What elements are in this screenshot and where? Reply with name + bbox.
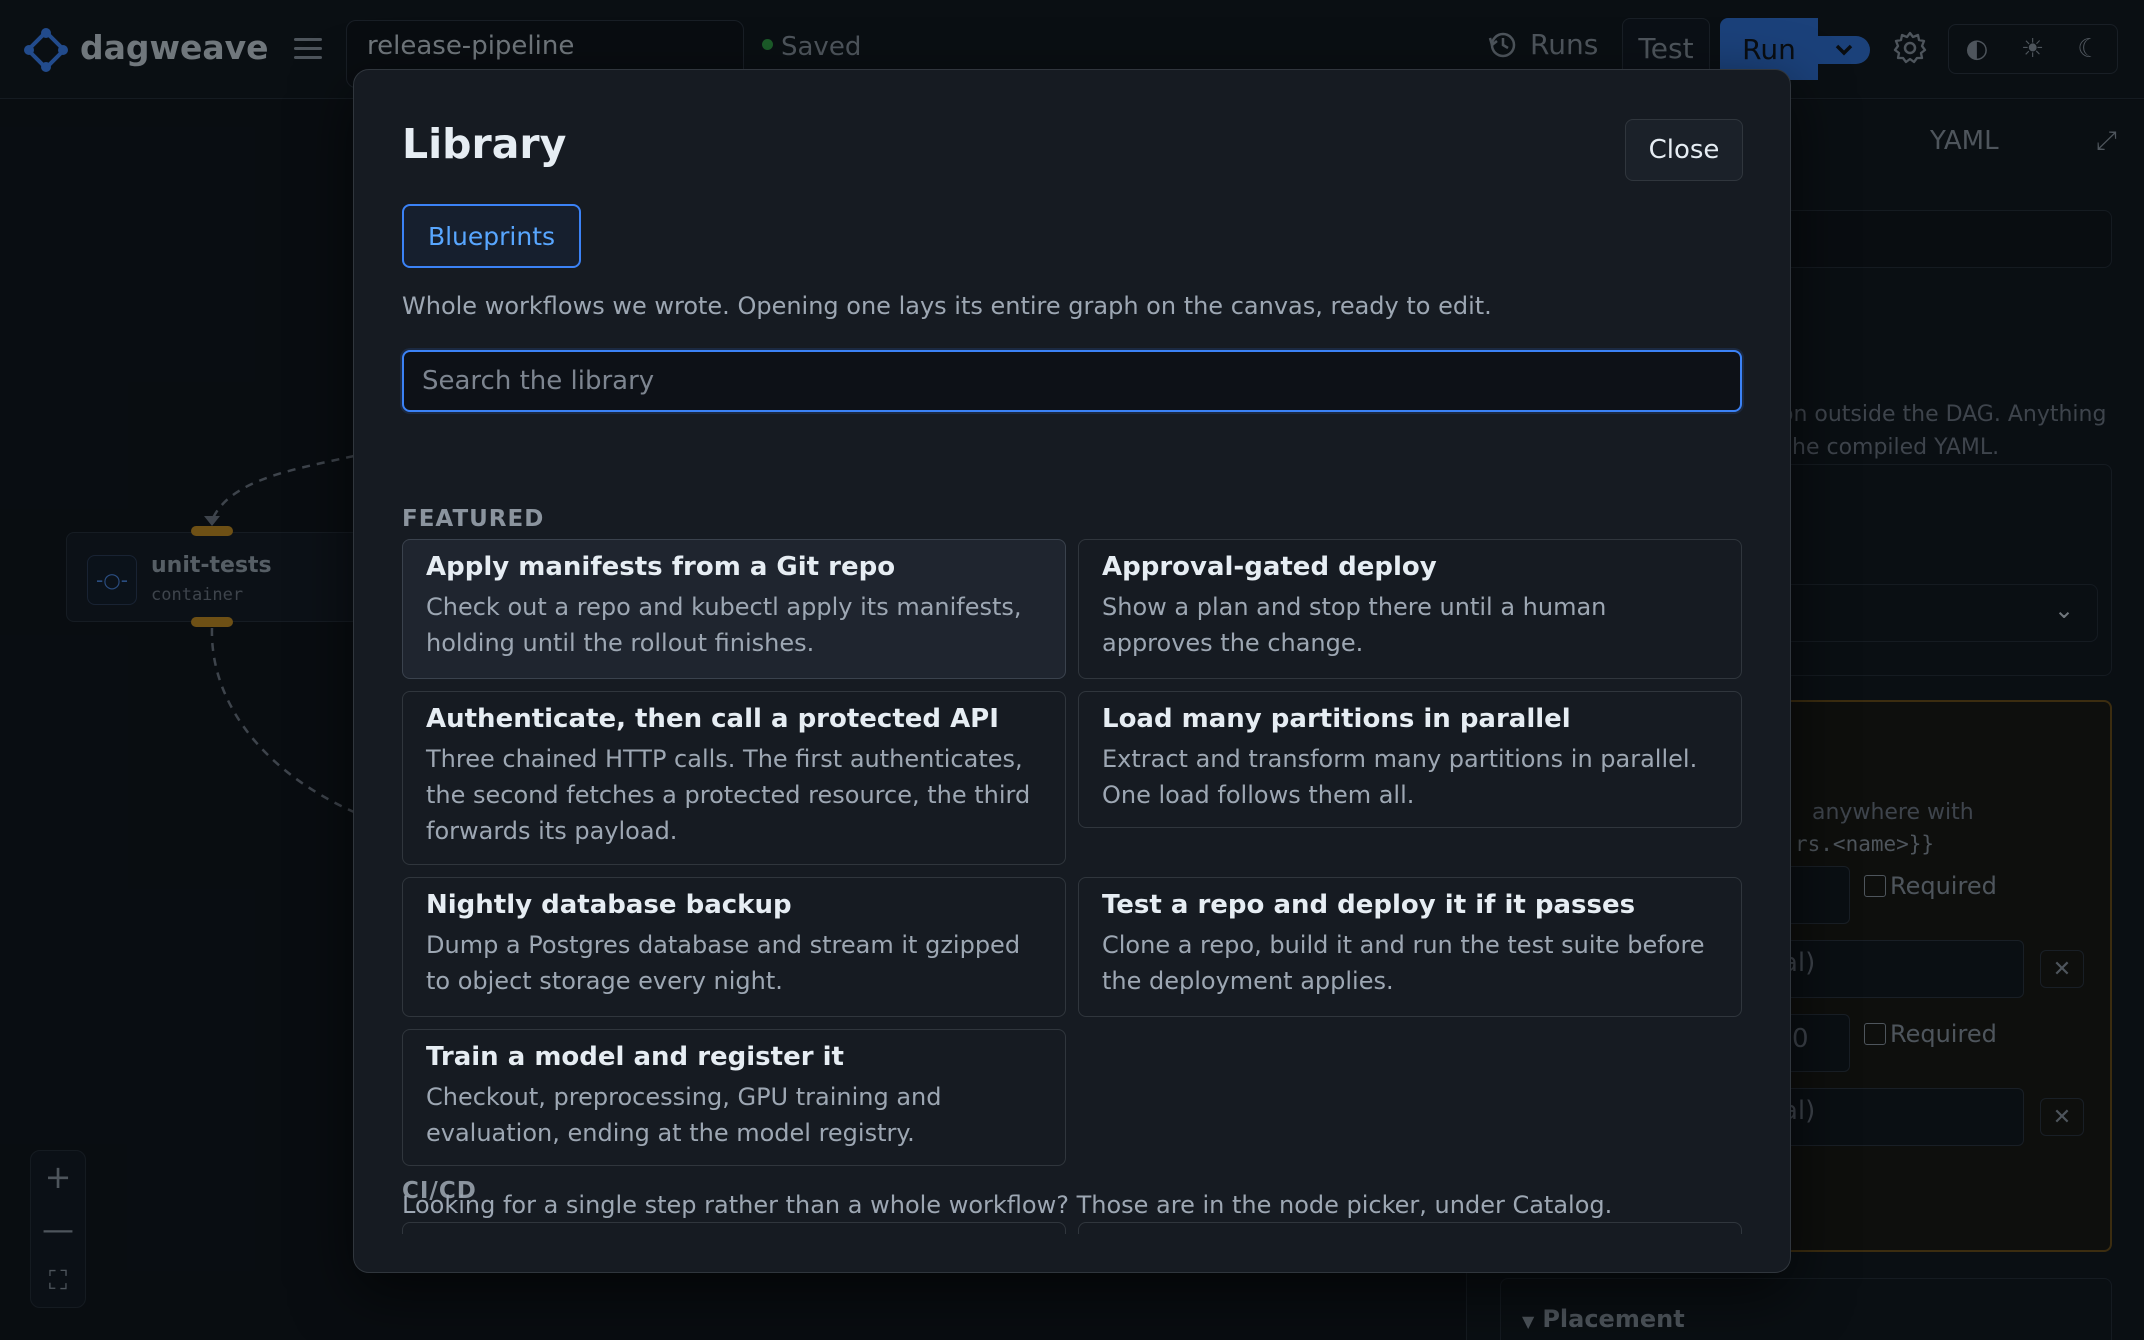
modal-footer-text: Looking for a single step rather than a …: [402, 1191, 1613, 1219]
card-description: Show a plan and stop there until a human…: [1102, 593, 1607, 657]
card-description: Dump a Postgres database and stream it g…: [426, 931, 1021, 995]
blueprint-card[interactable]: Train a model and register it Checkout, …: [402, 1029, 1066, 1166]
blueprint-card[interactable]: [402, 1222, 1066, 1234]
card-title: Test a repo and deploy it if it passes: [1102, 890, 1636, 920]
modal-title: Library: [402, 120, 567, 168]
card-description: Three chained HTTP calls. The first auth…: [426, 745, 1031, 845]
card-title: Authenticate, then call a protected API: [426, 704, 999, 734]
blueprint-card[interactable]: Load many partitions in parallel Extract…: [1078, 691, 1742, 828]
section-featured: FEATURED: [402, 506, 545, 532]
library-modal: Library Close Blueprints Whole workflows…: [353, 69, 1791, 1273]
search-input[interactable]: [402, 350, 1742, 412]
modal-description: Whole workflows we wrote. Opening one la…: [402, 292, 1492, 320]
card-title: Nightly database backup: [426, 890, 792, 920]
blueprint-card[interactable]: [1078, 1222, 1742, 1234]
blueprint-card[interactable]: Apply manifests from a Git repo Check ou…: [402, 539, 1066, 679]
blueprint-card[interactable]: Approval-gated deploy Show a plan and st…: [1078, 539, 1742, 679]
card-description: Check out a repo and kubectl apply its m…: [426, 593, 1022, 657]
blueprint-card[interactable]: Nightly database backup Dump a Postgres …: [402, 877, 1066, 1017]
card-description: Clone a repo, build it and run the test …: [1102, 931, 1705, 995]
library-list[interactable]: FEATURED Apply manifests from a Git repo…: [402, 430, 1742, 1234]
card-description: Extract and transform many partitions in…: [1102, 745, 1698, 809]
card-description: Checkout, preprocessing, GPU training an…: [426, 1083, 942, 1147]
blueprint-card[interactable]: Authenticate, then call a protected API …: [402, 691, 1066, 865]
card-title: Load many partitions in parallel: [1102, 704, 1571, 734]
card-title: Approval-gated deploy: [1102, 552, 1437, 582]
card-title: Apply manifests from a Git repo: [426, 552, 896, 582]
card-title: Train a model and register it: [426, 1042, 844, 1072]
close-button[interactable]: Close: [1625, 119, 1743, 181]
blueprint-card[interactable]: Test a repo and deploy it if it passes C…: [1078, 877, 1742, 1017]
tab-blueprints[interactable]: Blueprints: [402, 204, 581, 268]
